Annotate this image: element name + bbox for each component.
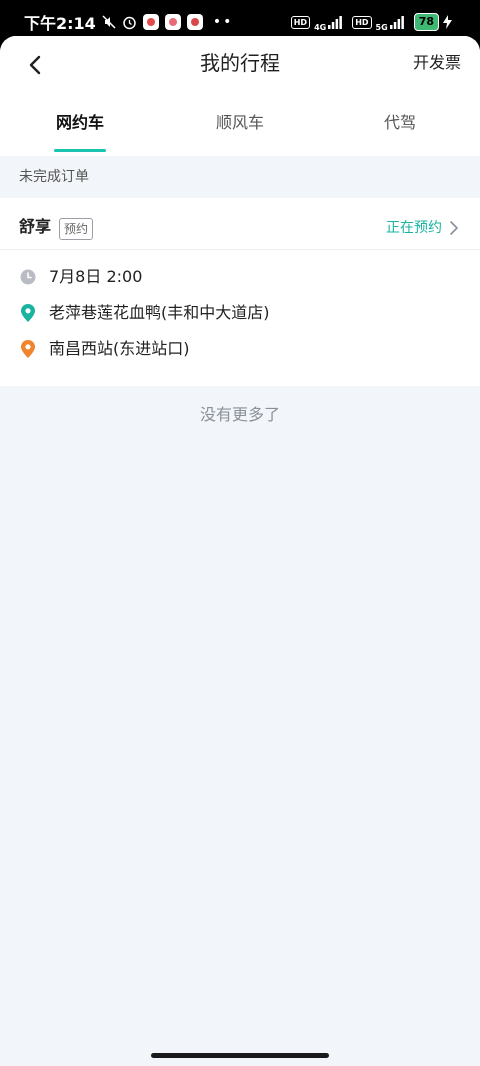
app-notification-icon — [186, 14, 203, 30]
home-indicator[interactable] — [151, 1053, 329, 1058]
app-screen: 我的行程 开发票 网约车 顺风车 代驾 未完成订单 舒享 预约 正在预约 7月8… — [0, 36, 480, 1066]
tab-carpool[interactable]: 顺风车 — [160, 112, 320, 134]
order-status[interactable]: 正在预约 — [386, 218, 442, 238]
signal-icon — [328, 15, 343, 29]
reservation-tag: 预约 — [59, 218, 94, 240]
tab-bar: 网约车 顺风车 代驾 — [0, 108, 480, 156]
hd-badge: HD — [290, 15, 311, 29]
status-indicators: HD 4G HD 5G 78 — [290, 13, 458, 32]
active-tab-indicator — [54, 149, 106, 152]
alarm-icon — [122, 15, 137, 30]
signal-icon — [389, 15, 404, 29]
order-card-header: 舒享 预约 正在预约 — [0, 198, 480, 250]
network-label-5g: 5G — [375, 22, 388, 32]
page-title: 我的行程 — [200, 51, 280, 75]
destination-row: 南昌西站(东进站口) — [19, 336, 190, 362]
section-label-unfinished: 未完成订单 — [19, 169, 89, 185]
hd-badge: HD — [352, 15, 372, 29]
battery-level: 78 — [413, 13, 439, 31]
app-notification-icon — [164, 14, 181, 30]
tab-ride-hailing[interactable]: 网约车 — [0, 112, 160, 134]
destination-address: 南昌西站(东进站口) — [49, 339, 190, 358]
nav-bar: 我的行程 开发票 — [0, 36, 480, 92]
order-time: 7月8日 2:00 — [49, 267, 143, 286]
header: 我的行程 开发票 网约车 顺风车 代驾 — [0, 36, 480, 156]
mute-icon — [102, 15, 116, 29]
origin-row: 老萍巷莲花血鸭(丰和中大道店) — [19, 300, 270, 326]
chevron-right-icon — [450, 221, 458, 235]
clock-icon — [19, 268, 37, 286]
origin-pin-icon — [19, 304, 37, 322]
tab-designated-driver[interactable]: 代驾 — [320, 112, 480, 134]
app-notification-icon — [142, 14, 159, 30]
no-more-label: 没有更多了 — [199, 405, 280, 424]
network-label-4g: 4G — [314, 22, 327, 32]
service-name: 舒享 — [19, 217, 52, 236]
more-notifications-icon: •• — [212, 14, 234, 30]
destination-pin-icon — [19, 340, 37, 358]
charging-icon — [443, 15, 452, 29]
status-time: 下午2:14 — [24, 14, 96, 33]
order-card[interactable]: 舒享 预约 正在预约 7月8日 2:00 老萍巷莲花血鸭(丰和中大道店) 南昌西… — [0, 198, 480, 386]
invoice-button[interactable]: 开发票 — [413, 52, 461, 74]
order-time-row: 7月8日 2:00 — [19, 264, 142, 290]
origin-address: 老萍巷莲花血鸭(丰和中大道店) — [49, 303, 270, 322]
